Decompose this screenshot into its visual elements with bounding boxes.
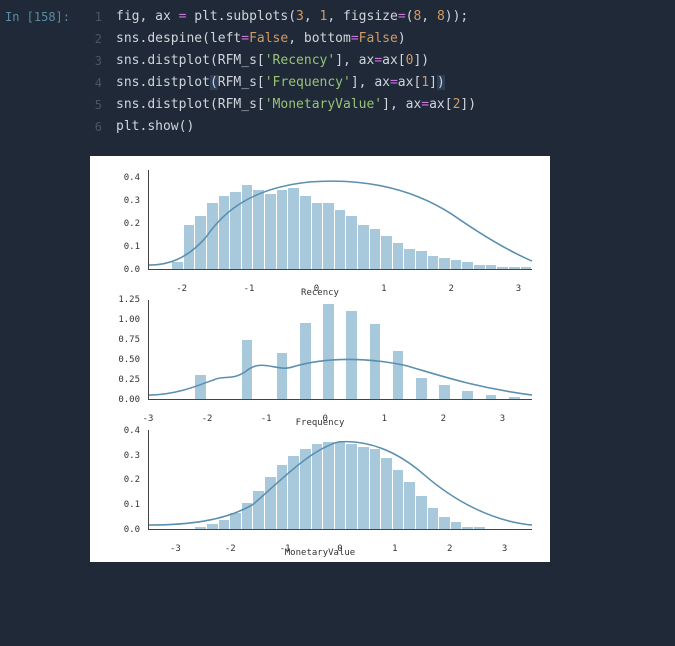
y-tick: 0.4 <box>124 173 140 183</box>
code-editor[interactable]: 1fig, ax = plt.subplots(3, 1, figsize=(8… <box>78 6 675 138</box>
output-figure: 0.00.10.20.30.4-2-10123Recency0.000.250.… <box>90 156 550 562</box>
code-line[interactable]: 6plt.show() <box>78 116 665 138</box>
code-line[interactable]: 3sns.distplot(RFM_s['Recency'], ax=ax[0]… <box>78 50 665 72</box>
y-tick: 0.00 <box>118 395 140 405</box>
x-label: MonetaryValue <box>100 548 540 558</box>
y-tick: 0.2 <box>124 219 140 229</box>
y-tick: 0.0 <box>124 525 140 535</box>
y-tick: 0.4 <box>124 426 140 436</box>
y-tick: 0.2 <box>124 475 140 485</box>
line-number: 1 <box>78 6 116 28</box>
code-text[interactable]: sns.despine(left=False, bottom=False) <box>116 28 406 50</box>
y-tick: 0.50 <box>118 355 140 365</box>
y-tick: 0.3 <box>124 451 140 461</box>
input-prompt: In [158]: <box>0 6 78 138</box>
y-tick: 0.75 <box>118 335 140 345</box>
y-tick: 1.00 <box>118 315 140 325</box>
subplot: 0.00.10.20.30.4-3-2-10123MonetaryValue <box>100 426 540 556</box>
y-tick: 0.25 <box>118 375 140 385</box>
line-number: 6 <box>78 116 116 138</box>
y-tick: 0.3 <box>124 196 140 206</box>
code-text[interactable]: plt.show() <box>116 116 194 138</box>
y-tick: 1.25 <box>118 295 140 305</box>
kde-curve <box>149 430 532 529</box>
code-line[interactable]: 5sns.distplot(RFM_s['MonetaryValue'], ax… <box>78 94 665 116</box>
code-text[interactable]: sns.distplot(RFM_s['Recency'], ax=ax[0]) <box>116 50 429 72</box>
line-number: 3 <box>78 50 116 72</box>
subplot: 0.000.250.500.751.001.25-3-2-10123Freque… <box>100 296 540 426</box>
plot-area <box>148 170 532 270</box>
plot-area <box>148 300 532 400</box>
y-tick: 0.1 <box>124 500 140 510</box>
y-axis: 0.000.250.500.751.001.25 <box>100 296 144 400</box>
code-text[interactable]: sns.distplot(RFM_s['MonetaryValue'], ax=… <box>116 94 476 116</box>
subplot: 0.00.10.20.30.4-2-10123Recency <box>100 166 540 296</box>
y-axis: 0.00.10.20.30.4 <box>100 166 144 270</box>
code-line[interactable]: 1fig, ax = plt.subplots(3, 1, figsize=(8… <box>78 6 665 28</box>
line-number: 5 <box>78 94 116 116</box>
code-line[interactable]: 2sns.despine(left=False, bottom=False) <box>78 28 665 50</box>
code-text[interactable]: sns.distplot(RFM_s['Frequency'], ax=ax[1… <box>116 72 445 94</box>
line-number: 4 <box>78 72 116 94</box>
y-tick: 0.0 <box>124 265 140 275</box>
line-number: 2 <box>78 28 116 50</box>
y-tick: 0.1 <box>124 242 140 252</box>
code-cell: In [158]: 1fig, ax = plt.subplots(3, 1, … <box>0 0 675 144</box>
code-line[interactable]: 4sns.distplot(RFM_s['Frequency'], ax=ax[… <box>78 72 665 94</box>
y-axis: 0.00.10.20.30.4 <box>100 426 144 530</box>
code-text[interactable]: fig, ax = plt.subplots(3, 1, figsize=(8,… <box>116 6 468 28</box>
kde-curve <box>149 170 532 269</box>
kde-curve <box>149 300 532 399</box>
plot-area <box>148 430 532 530</box>
